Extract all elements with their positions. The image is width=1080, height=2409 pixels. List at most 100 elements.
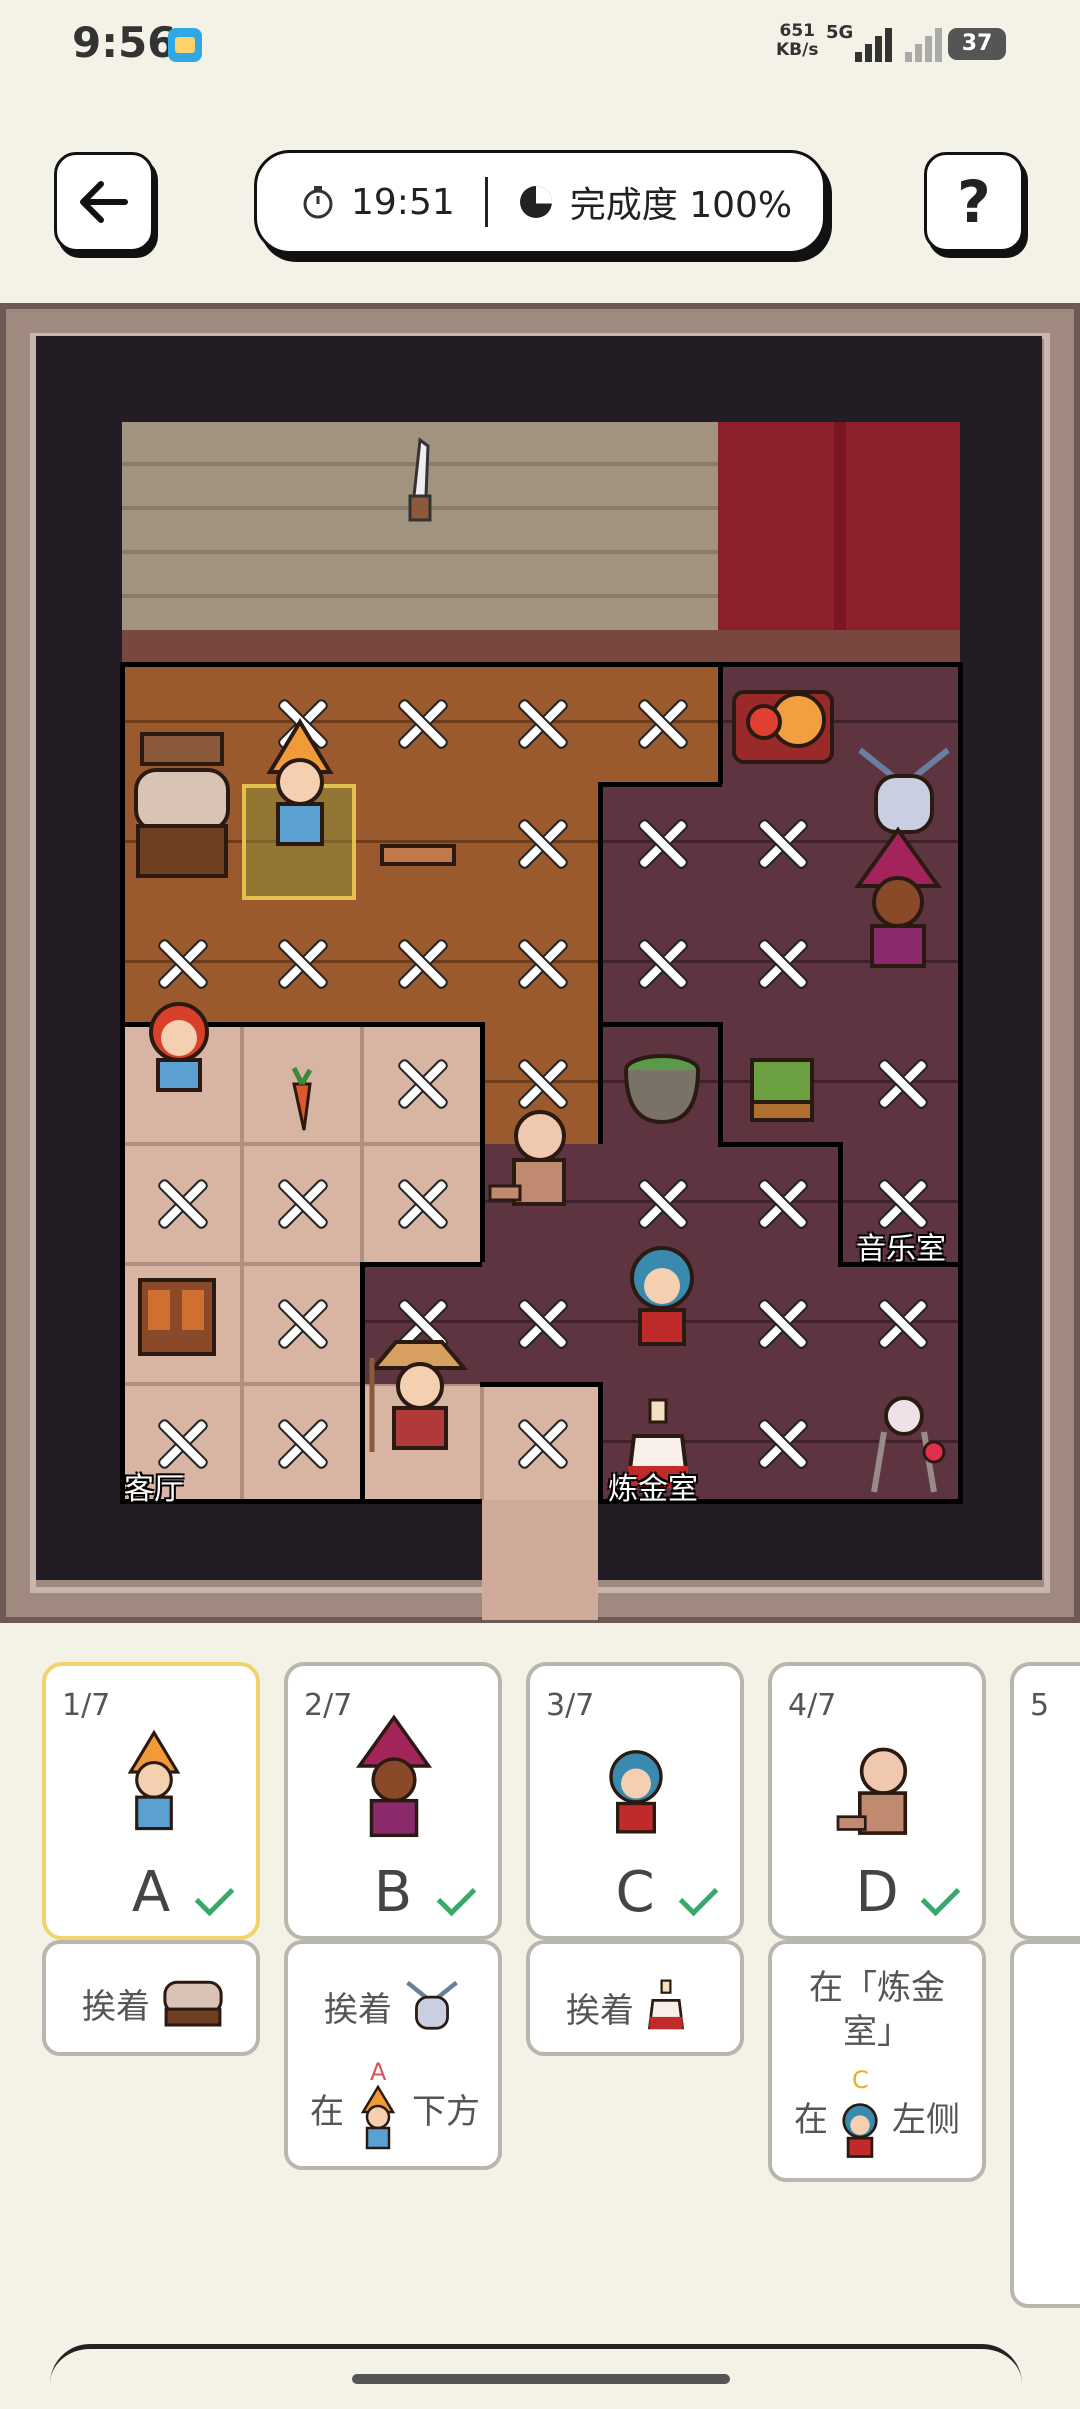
character-a-ref: A xyxy=(350,2058,406,2150)
character-a-mini-icon xyxy=(360,2084,396,2150)
room-label-living-room: 客厅 xyxy=(124,1472,184,1507)
card-index: 5 xyxy=(1030,1688,1050,1723)
sofa-icon xyxy=(134,732,230,878)
clue-card-d: 在「炼金 室」 在 C 左侧 xyxy=(768,1940,986,2182)
clue-text: 挨着 xyxy=(324,1989,392,2030)
wall-baseboard xyxy=(122,630,960,664)
wall-knife-icon xyxy=(408,437,432,522)
clue-text: 挨着 xyxy=(82,1986,150,2027)
character-c-mini-icon xyxy=(842,2103,878,2158)
clue-text: 挨着 xyxy=(566,1990,634,2031)
ref-letter: A xyxy=(370,2058,387,2086)
cross-icon xyxy=(362,1024,482,1144)
room-label-music-room: 音乐室 xyxy=(856,1232,946,1267)
entrance-corridor xyxy=(482,1500,598,1620)
suspect-card-a[interactable]: 1/7 A xyxy=(42,1662,260,1940)
home-indicator[interactable] xyxy=(352,2374,730,2384)
cross-icon xyxy=(602,904,722,1024)
signal-secondary-icon xyxy=(905,24,945,62)
clue-text: 室」 xyxy=(843,2012,911,2052)
room-label-alchemy-room: 炼金室 xyxy=(608,1472,698,1507)
completion-text: 完成度 100% xyxy=(569,185,793,226)
clue-text: 左侧 xyxy=(892,2099,960,2140)
character-red-hair-sprite[interactable] xyxy=(134,996,224,1096)
notification-app-icon xyxy=(168,28,202,62)
cross-icon xyxy=(482,1264,602,1384)
carrot-icon xyxy=(291,1066,313,1131)
suspect-card-c[interactable]: 3/7 C xyxy=(526,1662,744,1940)
network-type: 5G xyxy=(826,22,854,43)
cross-icon xyxy=(122,1144,242,1264)
card-index: 1/7 xyxy=(62,1688,111,1723)
potion-bottle-icon xyxy=(647,1979,685,2030)
character-c-sprite[interactable] xyxy=(614,1240,710,1350)
clue-card-e xyxy=(1010,1940,1080,2308)
cross-icon xyxy=(362,1144,482,1264)
clue-card-b: 挨着 在 A 下方 xyxy=(284,1940,502,2170)
help-button[interactable]: ? xyxy=(924,152,1024,252)
network-speed: 651 KB/s xyxy=(776,22,818,60)
cross-icon xyxy=(242,1264,362,1384)
back-arrow-icon xyxy=(80,181,128,223)
divider xyxy=(484,177,488,227)
cross-icon xyxy=(842,1024,962,1144)
character-c-portrait xyxy=(609,1750,663,1834)
bell-instrument-icon xyxy=(406,1980,458,2030)
suspect-card-d[interactable]: 4/7 D xyxy=(768,1662,986,1940)
cross-icon xyxy=(362,904,482,1024)
clue-text: 下方 xyxy=(412,2091,480,2132)
signal-icon xyxy=(855,24,895,62)
cross-icon xyxy=(242,1144,362,1264)
character-b-portrait xyxy=(355,1714,433,1838)
sofa-icon xyxy=(163,1980,223,2027)
cross-icon xyxy=(722,904,842,1024)
timer-progress-pill: 19:51 完成度 100% xyxy=(254,150,826,254)
card-index: 3/7 xyxy=(546,1688,595,1723)
stopwatch-icon xyxy=(303,186,333,219)
cross-icon xyxy=(842,1264,962,1384)
cauldron-icon xyxy=(624,1054,700,1125)
battery-icon: 37 xyxy=(948,28,1006,60)
cross-icon xyxy=(482,904,602,1024)
cross-icon xyxy=(722,1384,842,1504)
suspect-card-e[interactable]: 5 xyxy=(1010,1662,1080,1940)
character-a-sprite[interactable] xyxy=(252,716,348,856)
bench-icon xyxy=(380,844,456,866)
cross-icon xyxy=(242,1384,362,1504)
network-speed-unit: KB/s xyxy=(776,40,819,60)
cross-icon xyxy=(722,1144,842,1264)
cross-icon xyxy=(602,664,722,784)
character-a-portrait xyxy=(127,1729,181,1831)
food-platter-icon xyxy=(732,690,834,764)
character-d-sprite[interactable] xyxy=(486,1106,582,1216)
timer-value: 19:51 xyxy=(351,181,455,223)
cross-icon xyxy=(602,784,722,904)
curtain xyxy=(718,422,960,662)
cross-icon xyxy=(482,664,602,784)
character-d-portrait xyxy=(836,1747,908,1835)
character-c-ref: C xyxy=(834,2066,886,2158)
card-index: 4/7 xyxy=(788,1688,837,1723)
back-button[interactable] xyxy=(54,152,154,252)
suspect-card-b[interactable]: 2/7 B xyxy=(284,1662,502,1940)
clue-text: 在「炼金 xyxy=(809,1968,945,2008)
status-time: 9:56 xyxy=(72,18,177,67)
cross-icon xyxy=(362,664,482,784)
clue-text: 在 xyxy=(794,2099,828,2140)
alchemy-stand-icon xyxy=(871,1396,946,1493)
plant-crate-icon xyxy=(750,1058,814,1122)
cross-icon xyxy=(242,904,362,1024)
network-speed-value: 651 xyxy=(779,21,815,41)
bookshelf-icon xyxy=(138,1278,216,1356)
character-b-sprite[interactable] xyxy=(846,826,950,976)
status-bar: 9:56 651 KB/s 5G 37 xyxy=(0,0,1080,90)
cross-icon xyxy=(482,1384,602,1504)
clue-card-a: 挨着 xyxy=(42,1940,260,2056)
cross-icon xyxy=(722,784,842,904)
ref-letter: C xyxy=(852,2066,869,2094)
cross-icon xyxy=(482,784,602,904)
completion-pie-icon xyxy=(519,186,552,218)
character-farmer-sprite[interactable] xyxy=(364,1328,474,1458)
clue-card-c: 挨着 xyxy=(526,1940,744,2056)
cross-icon xyxy=(722,1264,842,1384)
